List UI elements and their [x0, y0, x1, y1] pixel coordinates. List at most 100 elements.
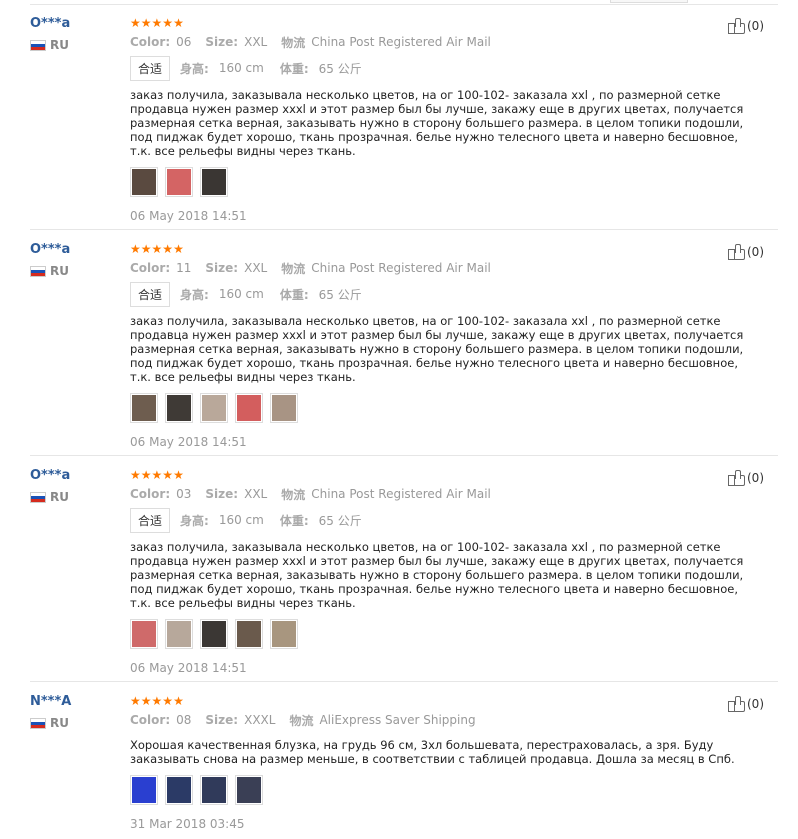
- russia-flag-icon: [30, 491, 46, 503]
- logistics-value: China Post Registered Air Mail: [311, 261, 491, 275]
- star-icon: ★: [173, 468, 184, 482]
- star-icon: ★: [130, 468, 141, 482]
- fit-tag: 合适: [130, 281, 171, 307]
- color-value: 06: [176, 35, 192, 49]
- star-icon: ★: [162, 16, 174, 30]
- star-rating: ★ ★ ★ ★ ★: [130, 242, 760, 256]
- reviewer-info: N***A RU: [30, 694, 71, 730]
- review-photos: [130, 167, 760, 197]
- review-photo-thumbnail[interactable]: [235, 775, 263, 805]
- order-info: Color: 03 Size: XXL 物流 China Post Regist…: [130, 486, 760, 502]
- review-photo-thumbnail[interactable]: [130, 619, 158, 649]
- review-text: заказ получила, заказывала несколько цве…: [130, 88, 744, 158]
- color-value: 08: [176, 713, 192, 727]
- reviewer-name: O***a: [30, 16, 71, 31]
- star-icon: ★: [173, 694, 184, 708]
- review-divider: [30, 229, 778, 230]
- reviewer-country: RU: [30, 490, 70, 504]
- size-label: Size:: [205, 713, 239, 727]
- review-photo-thumbnail[interactable]: [200, 619, 228, 649]
- russia-flag-icon: [30, 265, 46, 277]
- star-icon: ★: [173, 242, 184, 256]
- review-photo-thumbnail[interactable]: [130, 775, 158, 805]
- color-label: Color:: [130, 261, 171, 275]
- reviewer-info: O***a RU: [30, 468, 70, 504]
- logistics-label: 物流: [281, 487, 306, 502]
- reviewer-name: N***A: [30, 694, 72, 709]
- helpful-count: (0): [747, 471, 764, 485]
- review-photo-thumbnail[interactable]: [200, 393, 228, 423]
- fit-tag: 合适: [130, 55, 171, 81]
- star-icon: ★: [151, 694, 163, 708]
- review-text: заказ получила, заказывала несколько цве…: [130, 540, 744, 610]
- color-label: Color:: [130, 713, 171, 727]
- review-divider: [30, 681, 778, 682]
- country-code: RU: [50, 716, 69, 730]
- review-photo-thumbnail[interactable]: [235, 393, 263, 423]
- weight-value: 65 公斤: [318, 287, 362, 302]
- review-divider: [30, 455, 778, 456]
- russia-flag-icon: [30, 39, 46, 51]
- size-value: XXXL: [244, 713, 276, 727]
- review-content: ★ ★ ★ ★ ★ Color: 03 Size: XXL 物流 China Post …: [130, 468, 760, 675]
- review-photo-thumbnail[interactable]: [165, 167, 193, 197]
- color-label: Color:: [130, 35, 171, 49]
- reviewer-country: RU: [30, 716, 71, 730]
- review-photo-thumbnail[interactable]: [165, 393, 193, 423]
- logistics-label: 物流: [289, 713, 314, 728]
- review-photo-thumbnail[interactable]: [130, 393, 158, 423]
- star-icon: ★: [130, 16, 141, 30]
- weight-label: 体重:: [279, 513, 309, 528]
- star-icon: ★: [140, 16, 152, 30]
- review-date: 06 May 2018 14:51: [130, 435, 247, 449]
- body-info: 合适 身高: 160 cm 体重: 65 公斤: [130, 281, 760, 307]
- height-label: 身高:: [180, 513, 209, 528]
- helpful-count: (0): [747, 697, 764, 711]
- body-info: 合适 身高: 160 cm 体重: 65 公斤: [130, 55, 760, 81]
- star-icon: ★: [162, 242, 174, 256]
- review-photos: [130, 393, 760, 423]
- review-item: O***a RU ★ ★ ★ ★ ★ Color: 11 Size: XXL 物流 Ch…: [0, 234, 798, 456]
- helpful-count: (0): [747, 19, 764, 33]
- logistics-value: AliExpress Saver Shipping: [319, 713, 476, 727]
- reviewer-info: O***a RU: [30, 242, 70, 278]
- logistics-value: China Post Registered Air Mail: [311, 487, 491, 501]
- star-rating: ★ ★ ★ ★ ★: [130, 694, 760, 708]
- size-label: Size:: [205, 261, 239, 275]
- review-photo-thumbnail[interactable]: [165, 619, 193, 649]
- size-label: Size:: [205, 35, 239, 49]
- review-content: ★ ★ ★ ★ ★ Color: 11 Size: XXL 物流 China Post …: [130, 242, 760, 449]
- review-photos: [130, 775, 760, 805]
- review-photo-thumbnail[interactable]: [130, 167, 158, 197]
- height-label: 身高:: [180, 287, 209, 302]
- helpful-button[interactable]: (0): [728, 470, 764, 486]
- weight-value: 65 公斤: [318, 513, 362, 528]
- review-photo-thumbnail[interactable]: [200, 167, 228, 197]
- review-item: O***a RU ★ ★ ★ ★ ★ Color: 03 Size: XXL 物流 Ch…: [0, 460, 798, 682]
- star-icon: ★: [140, 242, 152, 256]
- country-code: RU: [50, 490, 69, 504]
- review-photo-thumbnail[interactable]: [165, 775, 193, 805]
- color-value: 03: [176, 487, 192, 501]
- review-photo-thumbnail[interactable]: [270, 619, 298, 649]
- helpful-button[interactable]: (0): [728, 244, 764, 260]
- review-photos: [130, 619, 760, 649]
- review-date: 06 May 2018 14:51: [130, 209, 247, 223]
- star-icon: ★: [162, 468, 174, 482]
- reviewer-country: RU: [30, 264, 70, 278]
- review-photo-thumbnail[interactable]: [200, 775, 228, 805]
- country-code: RU: [50, 38, 69, 52]
- helpful-button[interactable]: (0): [728, 18, 764, 34]
- star-icon: ★: [130, 694, 141, 708]
- thumbs-up-icon: [728, 696, 745, 712]
- reviewer-info: O***a RU: [30, 16, 70, 52]
- review-item: N***A RU ★ ★ ★ ★ ★ Color: 08 Size: XXXL 物流 A…: [0, 686, 798, 839]
- review-photo-thumbnail[interactable]: [235, 619, 263, 649]
- thumbs-up-icon: [728, 244, 745, 260]
- thumbs-up-icon: [728, 470, 745, 486]
- logistics-label: 物流: [281, 35, 306, 50]
- review-date: 31 Mar 2018 03:45: [130, 817, 245, 831]
- thumbs-up-icon: [728, 18, 745, 34]
- helpful-button[interactable]: (0): [728, 696, 764, 712]
- review-photo-thumbnail[interactable]: [270, 393, 298, 423]
